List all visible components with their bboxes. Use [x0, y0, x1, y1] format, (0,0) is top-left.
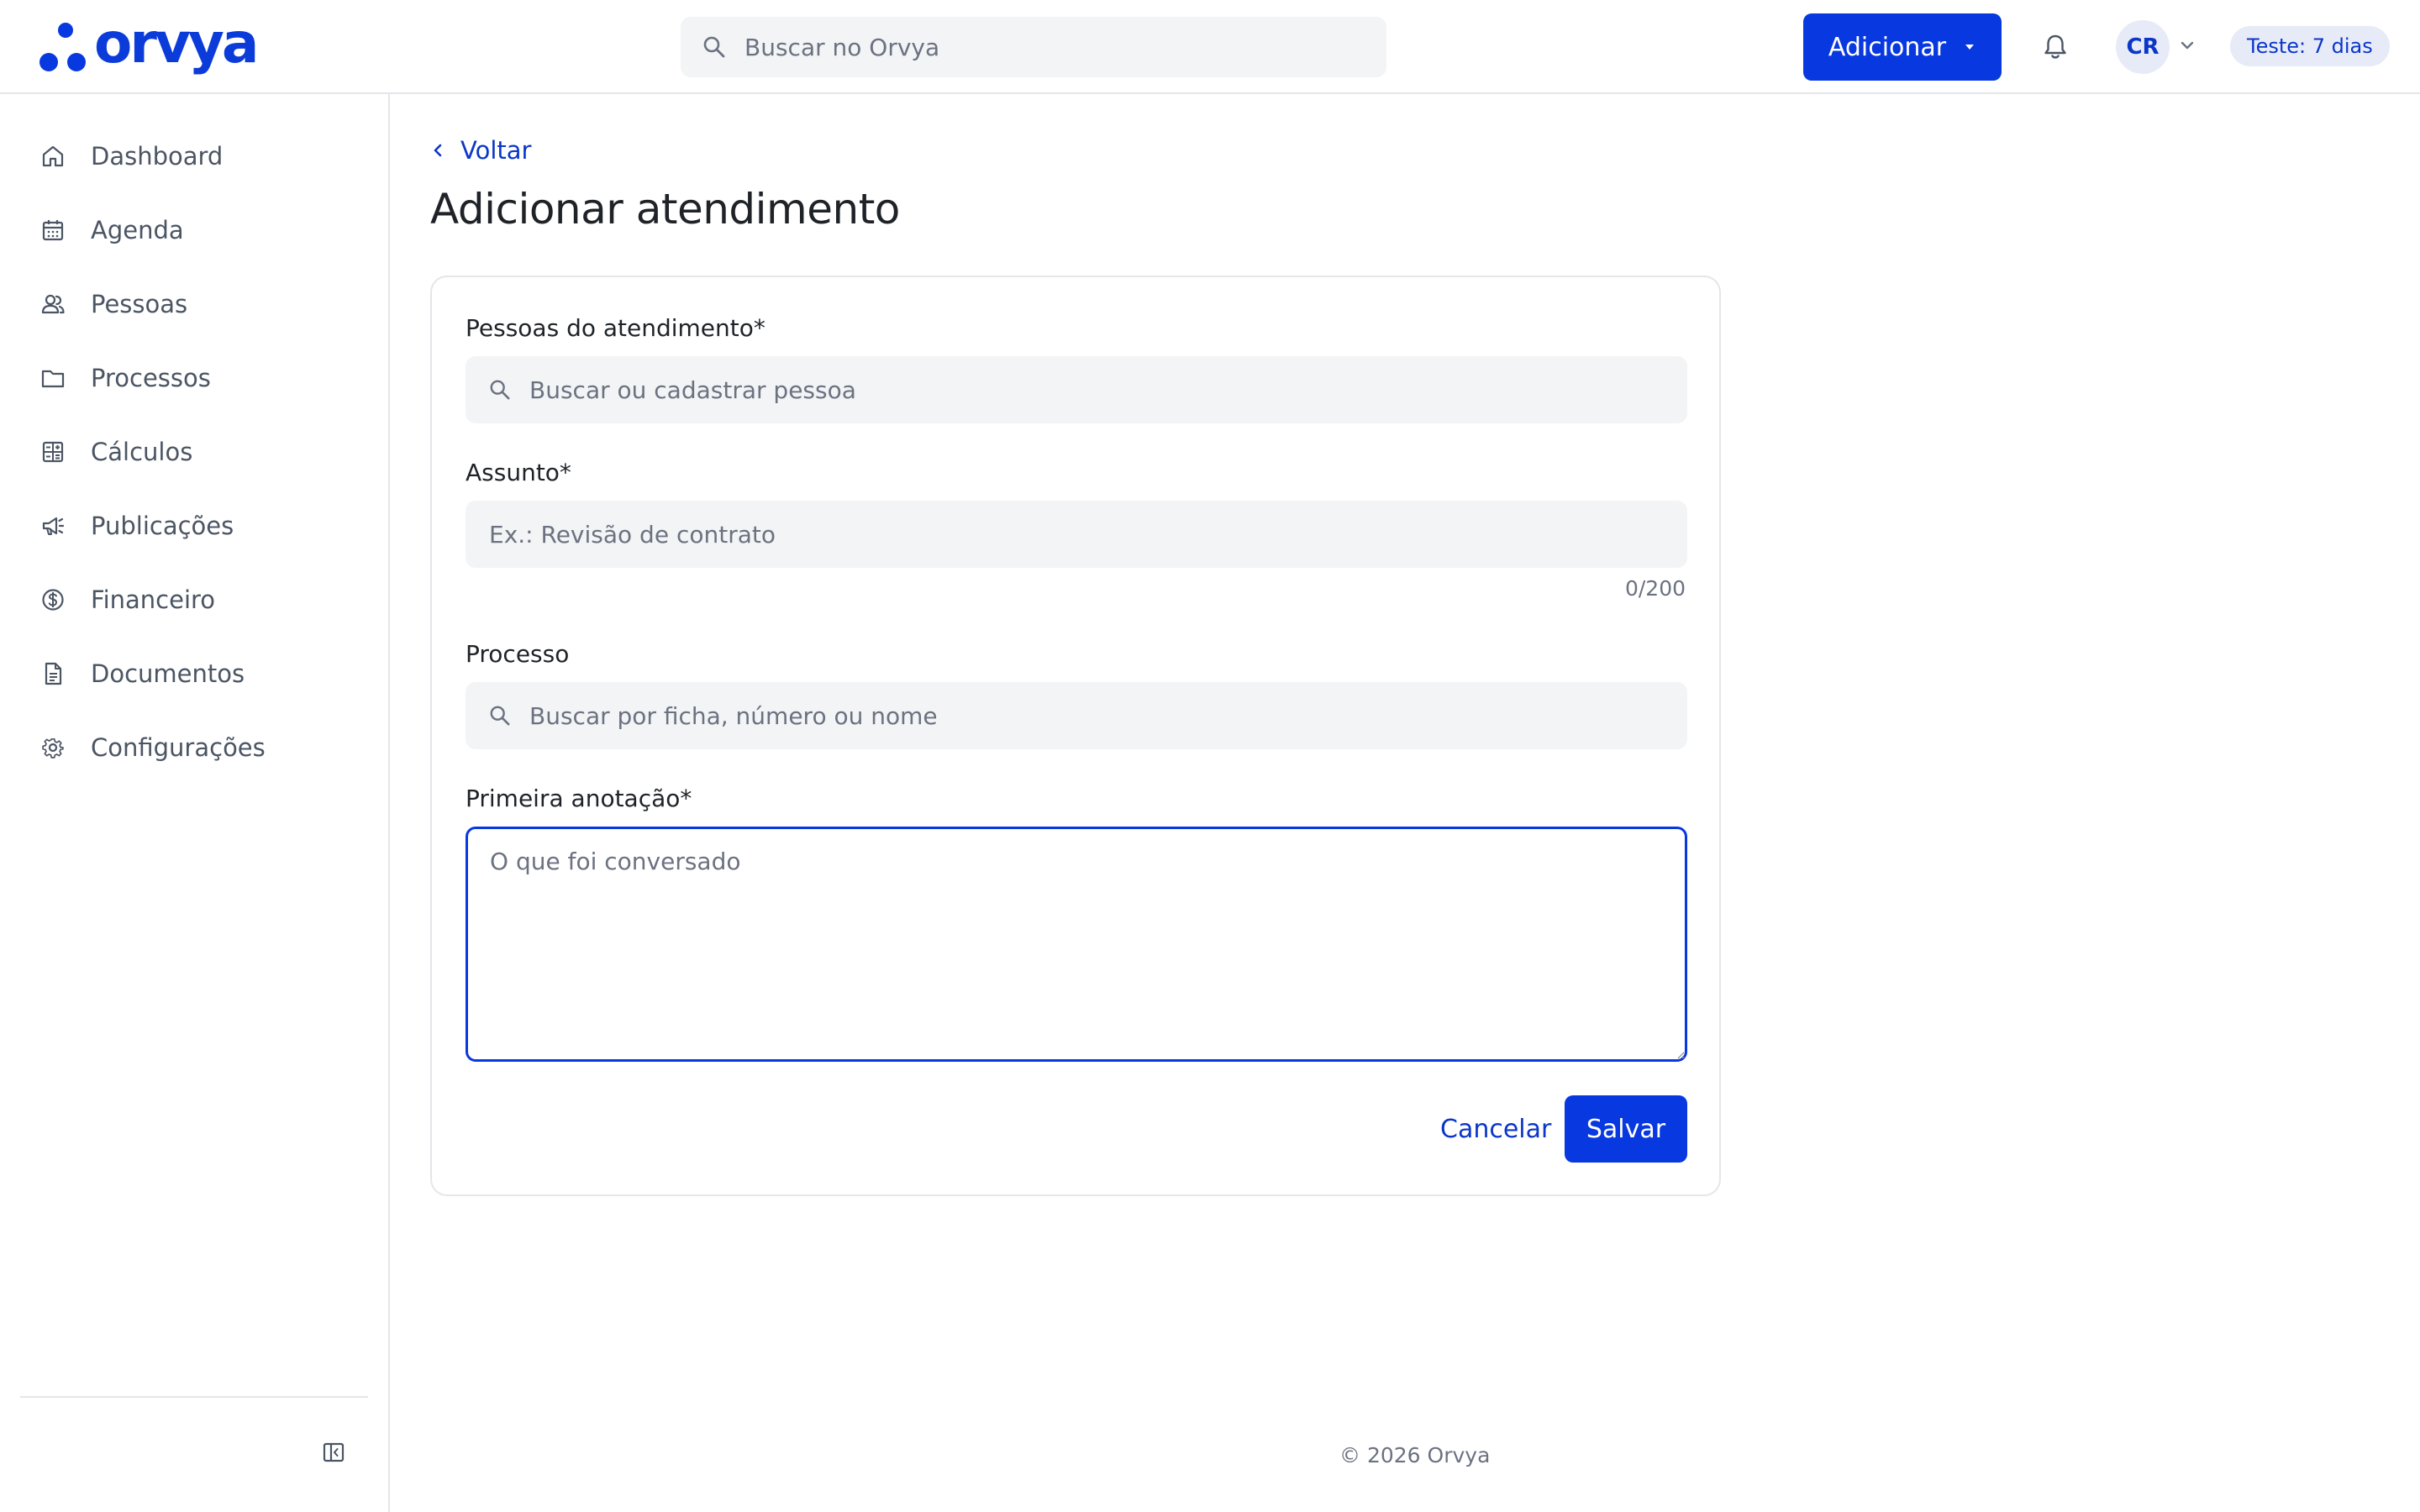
global-search[interactable] — [681, 17, 1386, 77]
cancel-button[interactable]: Cancelar — [1432, 1095, 1560, 1163]
add-button-label: Adicionar — [1828, 32, 1947, 62]
people-field[interactable] — [466, 356, 1687, 423]
sidebar-item-label: Processos — [91, 364, 211, 392]
sidebar: Dashboard Agenda Pessoas Processos Cálcu… — [0, 94, 390, 1512]
logo-wordmark: orvya — [94, 11, 259, 76]
dollar-icon — [42, 589, 64, 611]
sidebar-divider — [20, 1396, 368, 1398]
subject-char-counter: 0/200 — [1624, 576, 1686, 601]
subject-input[interactable] — [489, 520, 1615, 549]
back-link[interactable]: Voltar — [432, 136, 531, 165]
sidebar-item-processos[interactable]: Processos — [20, 348, 368, 408]
footer-copyright: © 2026 Orvya — [1339, 1443, 1491, 1467]
calendar-icon — [42, 220, 64, 241]
sidebar-item-publicacoes[interactable]: Publicações — [20, 496, 368, 556]
first-note-textarea[interactable] — [466, 827, 1687, 1062]
document-icon — [45, 662, 62, 685]
process-field[interactable] — [466, 682, 1687, 749]
sidebar-item-calculos[interactable]: Cálculos — [20, 422, 368, 482]
people-search-input[interactable] — [529, 375, 1655, 404]
trial-badge[interactable]: Teste: 7 dias — [2230, 26, 2390, 66]
bell-icon[interactable] — [2040, 32, 2070, 62]
subject-field-label: Assunto* — [466, 459, 571, 486]
sidebar-item-label: Cálculos — [91, 438, 193, 466]
sidebar-item-label: Dashboard — [91, 142, 224, 171]
global-search-input[interactable] — [744, 33, 1349, 61]
sidebar-item-label: Pessoas — [91, 290, 188, 318]
logo-mark-icon — [39, 23, 86, 71]
sidebar-item-label: Configurações — [91, 733, 266, 762]
calculator-icon — [42, 441, 64, 463]
sidebar-collapse-icon[interactable] — [321, 1440, 346, 1465]
search-icon — [490, 706, 510, 726]
add-button[interactable]: Adicionar — [1803, 13, 2002, 81]
search-icon — [490, 380, 510, 400]
top-bar: orvya Adicionar CR Teste: 7 dias — [0, 0, 2420, 94]
home-icon — [42, 145, 64, 167]
subject-field[interactable] — [466, 501, 1687, 568]
gear-icon — [42, 738, 64, 759]
user-avatar[interactable]: CR — [2116, 20, 2170, 74]
add-attendance-form: Pessoas do atendimento* Assunto* 0/200 P… — [430, 276, 1721, 1196]
sidebar-item-dashboard[interactable]: Dashboard — [20, 126, 368, 186]
note-field-label: Primeira anotação* — [466, 785, 692, 812]
sidebar-item-label: Financeiro — [91, 585, 216, 614]
process-search-input[interactable] — [529, 701, 1655, 730]
sidebar-item-label: Agenda — [91, 216, 184, 244]
caret-down-icon — [1965, 45, 1975, 50]
process-field-label: Processo — [466, 640, 570, 668]
sidebar-item-pessoas[interactable]: Pessoas — [20, 274, 368, 334]
sidebar-item-label: Documentos — [91, 659, 245, 688]
brand-logo[interactable]: orvya — [39, 11, 259, 76]
save-button[interactable]: Salvar — [1565, 1095, 1687, 1163]
folder-icon — [41, 370, 65, 388]
chevron-down-icon[interactable] — [2180, 40, 2195, 50]
sidebar-item-financeiro[interactable]: Financeiro — [20, 570, 368, 630]
people-icon — [41, 294, 65, 314]
sidebar-item-label: Publicações — [91, 512, 234, 540]
sidebar-item-agenda[interactable]: Agenda — [20, 200, 368, 260]
sidebar-item-documentos[interactable]: Documentos — [20, 643, 368, 704]
chevron-left-icon — [434, 144, 442, 157]
sidebar-item-configuracoes[interactable]: Configurações — [20, 717, 368, 778]
search-icon — [703, 36, 725, 58]
page-title: Adicionar atendimento — [430, 185, 900, 234]
people-field-label: Pessoas do atendimento* — [466, 314, 765, 342]
megaphone-icon — [42, 517, 65, 535]
back-link-label: Voltar — [460, 136, 532, 165]
